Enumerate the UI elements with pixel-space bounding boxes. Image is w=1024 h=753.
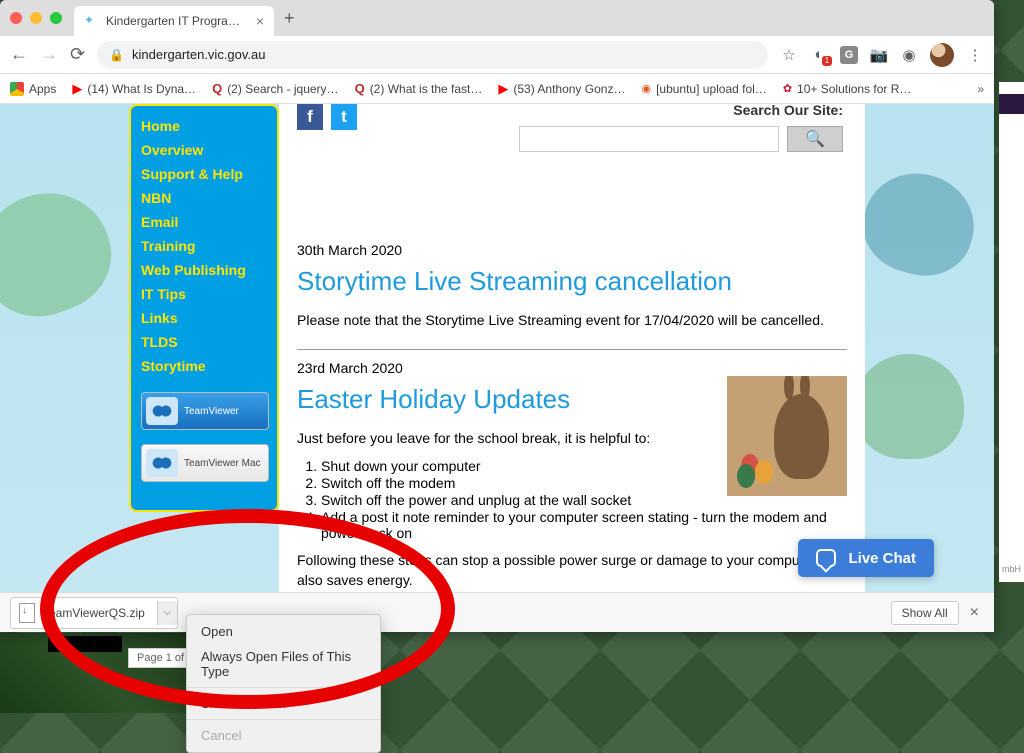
download-item[interactable]: TeamViewerQS.zip ⌵ <box>10 597 178 629</box>
bookmark-item[interactable]: ▶(53) Anthony Gonz… <box>498 81 625 97</box>
show-all-button[interactable]: Show All <box>891 601 959 625</box>
browser-window: ✦ Kindergarten IT Program - Welco × + ← … <box>0 0 994 632</box>
teamviewer-icon <box>146 397 178 425</box>
ubuntu-icon: ◉ <box>641 82 651 95</box>
url-text: kindergarten.vic.gov.au <box>132 47 265 62</box>
download-filename: TeamViewerQS.zip <box>43 606 145 620</box>
menu-always-open[interactable]: Always Open Files of This Type <box>187 644 380 684</box>
facebook-icon[interactable]: f <box>297 104 323 130</box>
close-download-bar-icon[interactable]: × <box>965 604 984 622</box>
nav-ittips[interactable]: IT Tips <box>141 282 277 306</box>
nav-overview[interactable]: Overview <box>141 138 277 162</box>
browser-tab[interactable]: ✦ Kindergarten IT Program - Welco × <box>74 6 274 36</box>
address-bar[interactable]: 🔒 kindergarten.vic.gov.au <box>97 41 768 69</box>
quora-icon: Q <box>355 81 365 96</box>
forward-button: → <box>40 44 58 65</box>
quora-icon: Q <box>212 81 222 96</box>
twitter-icon[interactable]: t <box>331 104 357 130</box>
nav-links[interactable]: Links <box>141 306 277 330</box>
bookmark-item[interactable]: Q(2) Search - jquery… <box>212 81 339 96</box>
window-close-icon[interactable] <box>10 12 22 24</box>
nav-support[interactable]: Support & Help <box>141 162 277 186</box>
download-context-menu: Open Always Open Files of This Type Show… <box>186 614 381 753</box>
youtube-icon: ▶ <box>498 81 508 97</box>
site-search-input[interactable] <box>519 126 779 152</box>
article-title-link[interactable]: Storytime Live Streaming cancellation <box>297 266 732 296</box>
apps-icon <box>10 82 24 96</box>
article-title-link[interactable]: Easter Holiday Updates <box>297 384 570 414</box>
menu-show-in-finder[interactable]: Show in Finder <box>187 691 380 716</box>
site-search-button[interactable]: 🔍 <box>787 126 843 152</box>
lock-icon: 🔒 <box>109 48 124 62</box>
nav-nbn[interactable]: NBN <box>141 186 277 210</box>
page-indicator: Page 1 of <box>128 648 193 668</box>
article-date: 30th March 2020 <box>297 242 847 258</box>
background-window-strip: mbH <box>999 82 1024 582</box>
article-outro: Following these steps can stop a possibl… <box>297 551 847 590</box>
search-label: Search Our Site: <box>519 104 843 118</box>
profile-avatar[interactable] <box>930 43 954 67</box>
new-tab-button[interactable]: + <box>284 8 295 29</box>
apps-bookmark[interactable]: Apps <box>10 82 56 96</box>
bookmark-item[interactable]: ✿10+ Solutions for R… <box>783 82 912 96</box>
live-chat-button[interactable]: Live Chat <box>798 539 934 577</box>
teamviewer-mac-button[interactable]: TeamViewer Mac <box>141 444 269 482</box>
site-sidebar: Home Overview Support & Help NBN Email T… <box>129 104 279 512</box>
download-bar: TeamViewerQS.zip ⌵ Show All × <box>0 592 994 632</box>
chat-icon <box>816 549 836 567</box>
tab-close-icon[interactable]: × <box>256 13 264 29</box>
teamviewer-button[interactable]: TeamViewer <box>141 392 269 430</box>
bookmark-item[interactable]: Q(2) What is the fast… <box>355 81 483 96</box>
divider <box>297 349 847 350</box>
article-body: Please note that the Storytime Live Stre… <box>297 311 847 331</box>
back-button[interactable]: ← <box>10 44 28 65</box>
window-minimize-icon[interactable] <box>30 12 42 24</box>
menu-icon[interactable]: ⋮ <box>966 46 984 64</box>
camera-icon[interactable]: 📷 <box>870 46 888 64</box>
main-content: Search Our Site: 🔍 f t 30th March 2020 S… <box>279 104 865 632</box>
bookmarks-overflow-icon[interactable]: » <box>977 82 984 96</box>
nav-storytime[interactable]: Storytime <box>141 354 277 378</box>
menu-cancel[interactable]: Cancel <box>187 723 380 748</box>
reload-button[interactable]: ⟳ <box>70 44 85 65</box>
download-menu-button[interactable]: ⌵ <box>157 601 177 625</box>
nav-tlds[interactable]: TLDS <box>141 330 277 354</box>
nav-webpublishing[interactable]: Web Publishing <box>141 258 277 282</box>
article-date: 23rd March 2020 <box>297 360 847 376</box>
grammarly-icon[interactable]: G <box>840 46 858 64</box>
window-titlebar: ✦ Kindergarten IT Program - Welco × + <box>0 0 994 36</box>
list-item: Add a post it note reminder to your comp… <box>321 509 847 541</box>
nav-home[interactable]: Home <box>141 114 277 138</box>
file-icon <box>19 603 35 623</box>
easter-bunny-image <box>727 376 847 496</box>
browser-toolbar: ← → ⟳ 🔒 kindergarten.vic.gov.au ☆ ◐ G 📷 … <box>0 36 994 74</box>
nav-training[interactable]: Training <box>141 234 277 258</box>
favicon-icon: ✦ <box>84 13 100 29</box>
eye-icon[interactable]: ◉ <box>900 46 918 64</box>
nav-email[interactable]: Email <box>141 210 277 234</box>
youtube-icon: ▶ <box>72 81 82 97</box>
bookmarks-bar: Apps ▶(14) What Is Dyna… Q(2) Search - j… <box>0 74 994 104</box>
page-viewport: Home Overview Support & Help NBN Email T… <box>0 104 994 632</box>
bookmark-item[interactable]: ▶(14) What Is Dyna… <box>72 81 196 97</box>
extension-icon[interactable]: ◐ <box>810 46 828 64</box>
huawei-icon: ✿ <box>783 82 792 95</box>
bookmark-item[interactable]: ◉[ubuntu] upload fol… <box>641 82 766 96</box>
star-icon[interactable]: ☆ <box>780 46 798 64</box>
menu-open[interactable]: Open <box>187 619 380 644</box>
window-zoom-icon[interactable] <box>50 12 62 24</box>
teamviewer-icon <box>146 449 178 477</box>
search-icon: 🔍 <box>805 129 825 149</box>
tab-title: Kindergarten IT Program - Welco <box>106 14 250 28</box>
